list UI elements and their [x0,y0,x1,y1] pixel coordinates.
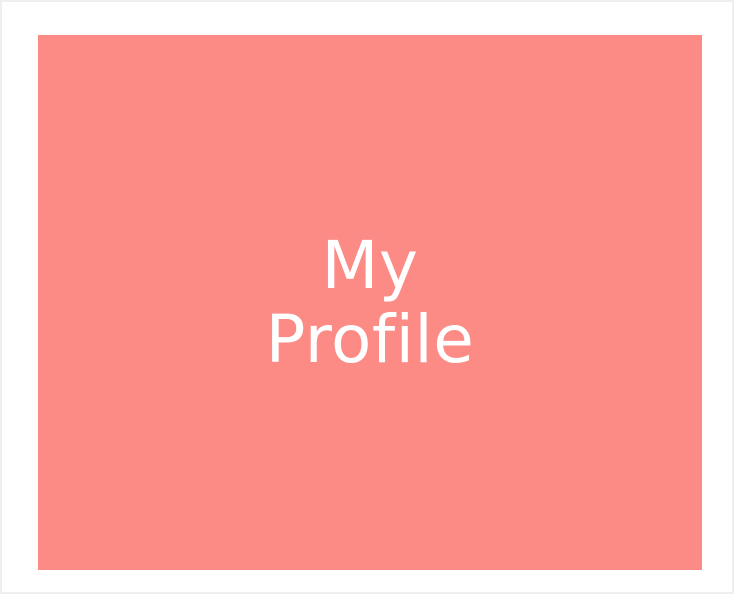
tile-title-line2: Profile [265,300,475,378]
page-frame: My Profile [0,0,734,594]
my-profile-tile[interactable]: My Profile [38,35,702,570]
tile-title-line1: My [321,226,419,304]
tile-title: My Profile [265,226,475,378]
